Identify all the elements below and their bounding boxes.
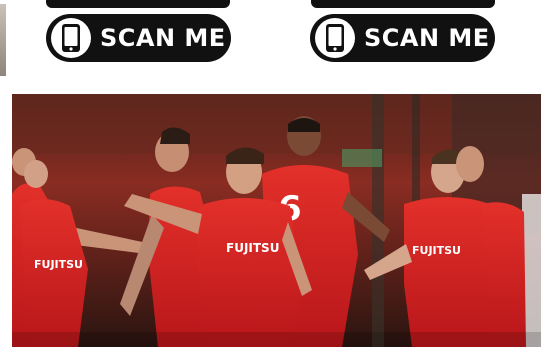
scan-me-label: SCAN ME — [364, 24, 490, 52]
adjacent-image-edge — [0, 4, 6, 76]
smartphone-icon — [315, 18, 355, 58]
smartphone-icon — [51, 18, 91, 58]
previous-button-edge — [311, 0, 495, 8]
team-celebration-photo: FUJITSU 6 FUJITSU — [12, 94, 541, 347]
scan-me-label: SCAN ME — [100, 24, 226, 52]
photo-illustration: FUJITSU 6 FUJITSU — [12, 94, 541, 347]
previous-button-edge — [46, 0, 230, 8]
scan-me-button[interactable]: SCAN ME — [310, 14, 495, 62]
jersey-sponsor-text: FUJITSU — [412, 244, 461, 257]
scan-me-button[interactable]: SCAN ME — [46, 14, 231, 62]
jersey-sponsor-text: FUJITSU — [226, 241, 279, 255]
jersey-sponsor-text: FUJITSU — [34, 258, 83, 271]
